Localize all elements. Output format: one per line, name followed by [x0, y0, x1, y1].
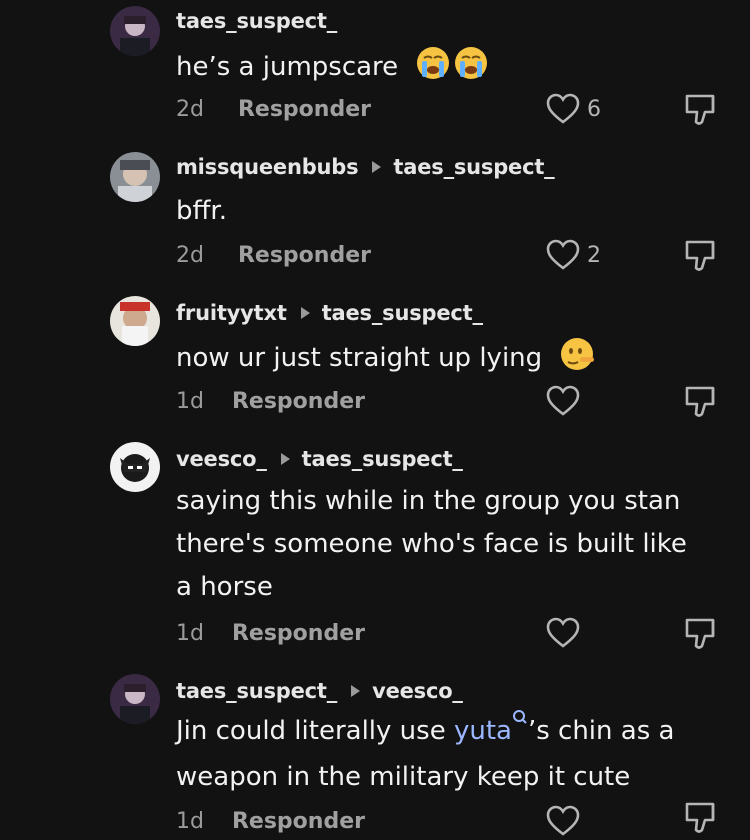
comment-body: now ur just straight up lying: [176, 343, 543, 373]
username[interactable]: taes_suspect_: [176, 9, 337, 33]
heart-icon: [546, 93, 580, 124]
reply-button[interactable]: Responder: [232, 621, 365, 646]
dislike-icon: [685, 802, 715, 833]
timestamp: 1d: [176, 620, 204, 646]
comment-meta: 2d Responder: [176, 92, 371, 126]
username[interactable]: veesco_: [176, 447, 267, 471]
reply-button[interactable]: Responder: [232, 809, 365, 834]
dislike-icon: [685, 618, 715, 649]
lying-face-emoji: [561, 338, 595, 370]
comment-meta: 1d Responder: [176, 384, 365, 418]
comment-body: bffr.: [176, 196, 227, 226]
comment-body: Jin could literally use: [176, 716, 446, 746]
timestamp: 2d: [176, 96, 204, 122]
play-arrow-icon: [351, 685, 361, 697]
comment-body-line: weapon in the military keep it cute: [176, 762, 631, 792]
comment-body-line: saying this while in the group you stan: [176, 486, 681, 516]
username[interactable]: fruityytxt: [176, 301, 287, 325]
play-arrow-icon: [300, 307, 310, 319]
comment-text: now ur just straight up lying: [176, 337, 736, 380]
avatar[interactable]: [110, 442, 160, 492]
play-arrow-icon: [280, 453, 290, 465]
loudly-crying-face-emoji: [417, 47, 450, 79]
timestamp: 2d: [176, 242, 204, 268]
like-button[interactable]: 2: [545, 238, 601, 272]
like-button[interactable]: [545, 616, 587, 650]
timestamp: 1d: [176, 388, 204, 414]
heart-icon: [546, 239, 580, 270]
loudly-crying-face-emoji: [455, 47, 488, 79]
like-count: 2: [587, 242, 601, 268]
comment-text: he’s a jumpscare: [176, 46, 736, 89]
dislike-icon: [685, 94, 715, 125]
comment-text: saying this while in the group you stan …: [176, 480, 736, 609]
avatar[interactable]: [110, 6, 160, 56]
reply-button[interactable]: Responder: [238, 243, 371, 268]
avatar[interactable]: [110, 674, 160, 724]
comment-meta: 2d Responder: [176, 238, 371, 272]
comment-body-line: a horse: [176, 572, 273, 602]
comment-body: he’s a jumpscare: [176, 52, 399, 82]
heart-icon: [546, 385, 580, 416]
reply-to-username[interactable]: taes_suspect_: [322, 301, 483, 325]
comment-meta: 1d Responder: [176, 616, 365, 650]
like-button[interactable]: [545, 384, 587, 418]
reply-to-username[interactable]: taes_suspect_: [393, 155, 554, 179]
comment-meta: 1d Responder: [176, 804, 365, 838]
search-mention-icon: [512, 710, 527, 724]
dislike-icon: [685, 386, 715, 417]
dislike-button[interactable]: [683, 800, 721, 840]
heart-icon: [546, 805, 580, 836]
dislike-button[interactable]: [683, 238, 721, 278]
comment-header: taes_suspect_ veesco_: [176, 676, 463, 706]
like-button[interactable]: 6: [545, 92, 601, 126]
comment-body: ’s chin as a: [527, 716, 675, 746]
reply-button[interactable]: Responder: [238, 97, 371, 122]
comment-body-line: there's someone who's face is built like: [176, 529, 687, 559]
play-arrow-icon: [372, 161, 382, 173]
dislike-icon: [685, 240, 715, 271]
like-button[interactable]: [545, 804, 587, 838]
heart-icon: [546, 617, 580, 648]
timestamp: 1d: [176, 808, 204, 834]
comment-header: missqueenbubs taes_suspect_: [176, 152, 555, 182]
like-count: 6: [587, 96, 601, 122]
dislike-button[interactable]: [683, 92, 721, 132]
comment-text: bffr.: [176, 190, 736, 233]
comment-header: taes_suspect_: [176, 6, 337, 36]
mention-link[interactable]: yuta: [454, 716, 512, 746]
avatar[interactable]: [110, 296, 160, 346]
reply-to-username[interactable]: veesco_: [372, 679, 463, 703]
comment-text: Jin could literally use yuta ’s chin as a…: [176, 708, 736, 800]
reply-to-username[interactable]: taes_suspect_: [302, 447, 463, 471]
reply-button[interactable]: Responder: [232, 389, 365, 414]
comment-header: veesco_ taes_suspect_: [176, 444, 463, 474]
dislike-button[interactable]: [683, 616, 721, 656]
dislike-button[interactable]: [683, 384, 721, 424]
comment-header: fruityytxt taes_suspect_: [176, 298, 483, 328]
avatar[interactable]: [110, 152, 160, 202]
comment-body-line: Jin could literally use yuta ’s chin as a: [176, 708, 736, 754]
username[interactable]: missqueenbubs: [176, 155, 359, 179]
username[interactable]: taes_suspect_: [176, 679, 337, 703]
